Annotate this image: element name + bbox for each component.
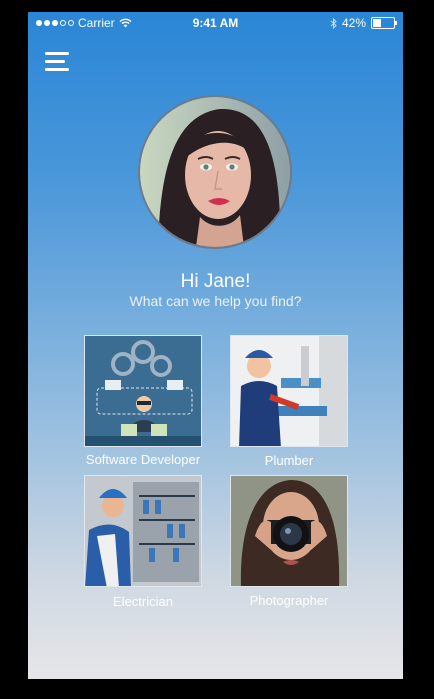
category-tile-electrician[interactable] xyxy=(84,475,202,587)
hamburger-menu-icon[interactable] xyxy=(45,52,69,72)
avatar[interactable] xyxy=(138,95,292,249)
category-label-electrician[interactable]: Electrician xyxy=(58,594,228,609)
search-prompt: What can we help you find? xyxy=(129,293,302,309)
battery-percent: 42% xyxy=(341,16,366,30)
category-tile-software-developer[interactable] xyxy=(84,335,202,447)
category-label-photographer[interactable]: Photographer xyxy=(204,593,374,608)
app-screen: Carrier 9:41 AM 42% Hi Jane! What can we… xyxy=(28,12,403,679)
avatar-photo xyxy=(140,97,290,247)
electrician-image xyxy=(85,476,201,586)
battery-fill xyxy=(373,19,381,27)
bluetooth-icon xyxy=(330,17,337,29)
category-tile-plumber[interactable] xyxy=(230,335,348,447)
greeting-heading: Hi Jane! xyxy=(180,271,251,292)
status-bar: Carrier 9:41 AM 42% xyxy=(28,12,403,34)
category-label-software-developer[interactable]: Software Developer xyxy=(58,452,228,467)
software-developer-image xyxy=(85,336,201,446)
category-label-plumber[interactable]: Plumber xyxy=(204,453,374,468)
category-tile-photographer[interactable] xyxy=(230,475,348,587)
battery-icon xyxy=(371,17,397,29)
plumber-image xyxy=(231,336,347,446)
photographer-image xyxy=(231,476,347,586)
status-right: 42% xyxy=(330,16,397,30)
